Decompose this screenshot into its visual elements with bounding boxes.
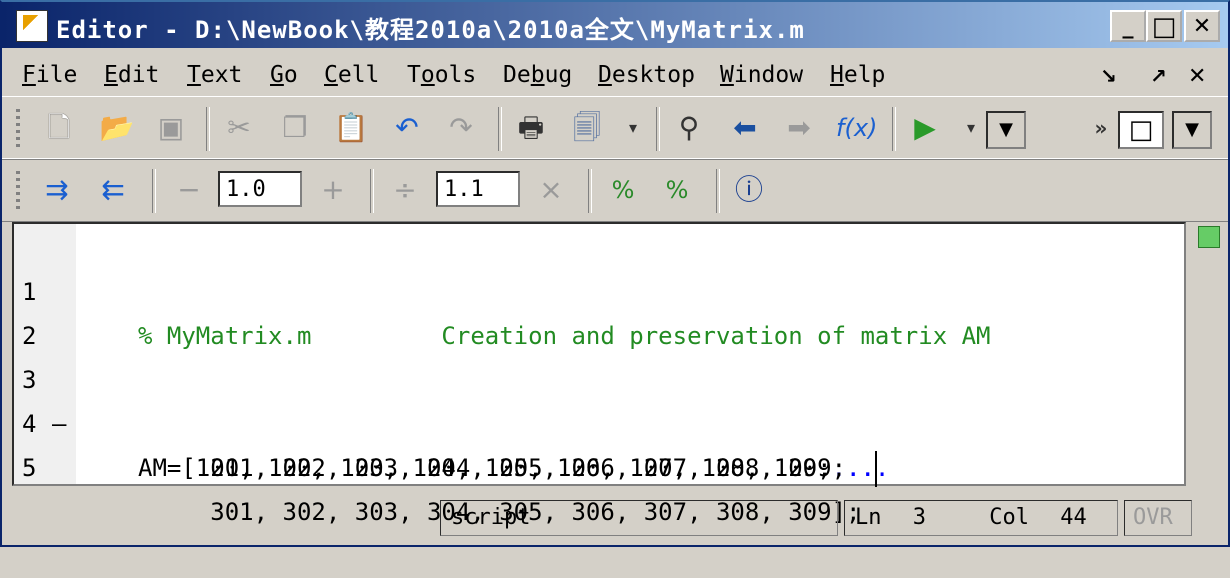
code-editor[interactable]: 1 % MyMatrix.m Creation and preservation… [12,222,1186,526]
toolbar-separator [656,107,660,151]
close-button[interactable]: ✕ [1184,10,1220,42]
toolbar-separator [498,107,502,151]
copy-icon[interactable]: ❐ [276,109,314,147]
continuation-text: ... [846,454,890,482]
toolbar-separator [206,107,210,151]
open-file-icon[interactable]: 📂 [98,109,136,147]
decrement-button[interactable]: − [170,171,208,209]
menu-file[interactable]: File [22,62,77,88]
minimize-button[interactable]: _ [1110,10,1146,42]
undock-icon[interactable]: ↘ [1100,64,1117,88]
layout-dropdown[interactable]: ▼ [1172,111,1212,149]
print-dropdown-icon[interactable]: ▾ [614,109,652,147]
print-icon[interactable]: 🖶 [512,109,550,147]
toolbar-separator [892,107,896,151]
close-document-icon[interactable]: ✕ [1188,64,1206,89]
status-mode: script [440,500,838,536]
insert-cell-break-icon[interactable]: ⇉ [38,171,76,209]
divide-value-input[interactable]: 1.1 [436,171,520,207]
menu-tools[interactable]: Tools [407,62,476,88]
status-bar: script Ln 3 Col 44 OVR [2,492,1228,545]
menu-edit[interactable]: Edit [104,62,159,88]
toolbar-separator [370,169,374,213]
toolbar-separator [588,169,592,213]
cut-icon[interactable]: ✂ [220,109,258,147]
evaluate-cell-icon[interactable]: ⇇ [94,171,132,209]
maximize-button[interactable]: □ [1146,10,1182,42]
code-line[interactable]: 2 [14,270,1184,350]
comment-dropdown-icon[interactable]: % [658,171,696,209]
toolbar-grip[interactable] [16,109,20,147]
window-title: Editor - D:\NewBook\教程2010a\2010a全文\MyMa… [56,16,805,44]
menu-window[interactable]: Window [720,62,803,88]
code-line[interactable]: 3 — AM=[101, 102, 103, 104, 105, 106, 10… [14,314,1184,487]
menu-help[interactable]: Help [830,62,885,88]
toolbar-separator [152,169,156,213]
menu-desktop[interactable]: Desktop [598,62,695,88]
redo-icon[interactable]: ↷ [442,109,480,147]
find-icon[interactable]: ⚲ [670,109,708,147]
code-line[interactable]: 1 % MyMatrix.m Creation and preservation… [14,226,1184,350]
insert-comment-icon[interactable]: % [604,171,642,209]
title-bar[interactable]: Editor - D:\NewBook\教程2010a\2010a全文\MyMa… [2,2,1228,48]
col-value: 44 [1060,505,1087,530]
col-label: Col [989,505,1029,530]
code-line[interactable]: 5 301, 302, 303, 304, 305, 306, 307, 308… [14,402,1184,526]
code-analyzer-status-icon[interactable] [1198,226,1220,248]
decrement-value-input[interactable]: 1.0 [218,171,302,207]
toolbar-overflow-icon[interactable]: » [1082,109,1120,147]
code-text: 201, 202, 203, 204, 205, 206, 207, 208, … [138,454,847,482]
increment-button[interactable]: + [314,171,352,209]
menu-go[interactable]: Go [270,62,298,88]
dock-arrow-icon[interactable]: ↗ [1150,64,1167,88]
save-icon[interactable]: ▣ [152,109,190,147]
toolbar-separator [716,169,720,213]
print-options-icon[interactable]: 🗐 [568,109,606,147]
info-icon[interactable]: ⓘ [730,171,768,209]
cell-toolbar: ⇉ ⇇ − 1.0 + ÷ 1.1 × % % ⓘ [2,158,1228,222]
ln-value: 3 [912,505,926,530]
run-dropdown-icon[interactable]: ▾ [952,109,990,147]
menu-debug[interactable]: Debug [503,62,572,88]
status-position: Ln 3 Col 44 [844,500,1118,536]
main-toolbar: 🗋 📂 ▣ ✂ ❐ 📋 ↶ ↷ 🖶 🗐 ▾ ⚲ ⬅ ➡ f(x) ▶ ▾ ▼ »… [2,96,1228,160]
function-icon[interactable]: f(x) [836,109,877,147]
multiply-button[interactable]: × [532,171,570,209]
stack-dropdown[interactable]: ▼ [986,111,1026,149]
divide-button[interactable]: ÷ [386,171,424,209]
menu-text[interactable]: Text [187,62,242,88]
forward-arrow-icon[interactable]: ➡ [780,109,818,147]
new-file-icon[interactable]: 🗋 [40,109,78,147]
editor-window: Editor - D:\NewBook\教程2010a\2010a全文\MyMa… [0,0,1230,547]
line-number: 5 [22,454,37,482]
back-arrow-icon[interactable]: ⬅ [726,109,764,147]
toolbar-grip[interactable] [16,171,20,209]
paste-icon[interactable]: 📋 [332,109,370,147]
ln-label: Ln [855,505,882,530]
ovr-indicator: OVR [1124,500,1192,536]
menu-bar: File Edit Text Go Cell Tools Debug Deskt… [2,52,1228,96]
message-bar [1190,222,1224,486]
layout-icon[interactable]: □ [1118,111,1164,149]
run-icon[interactable]: ▶ [906,109,944,147]
menu-cell[interactable]: Cell [324,62,379,88]
code-line[interactable]: 4 201, 202, 203, 204, 205, 206, 207, 208… [14,358,1184,482]
editor-app-icon [16,10,48,42]
undo-icon[interactable]: ↶ [388,109,426,147]
